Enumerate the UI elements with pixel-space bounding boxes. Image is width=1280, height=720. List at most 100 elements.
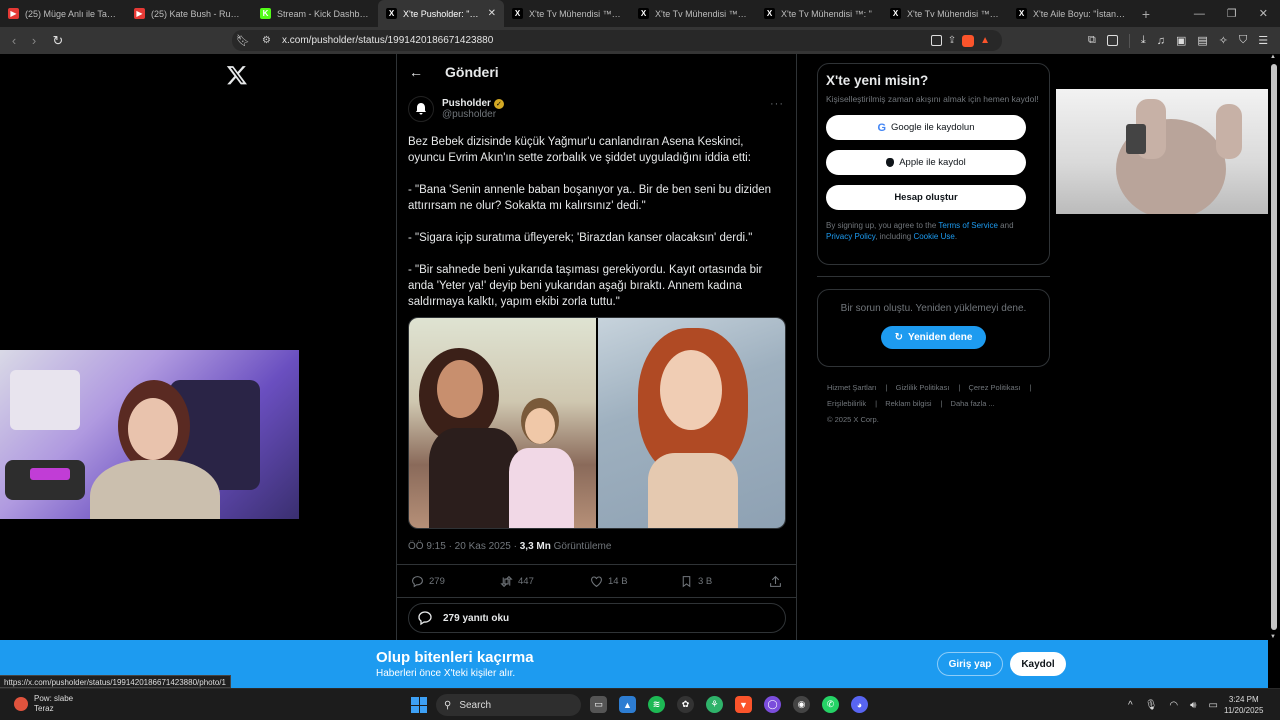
photos-app-icon[interactable]: ▲ (619, 696, 636, 713)
brave-browser-icon[interactable]: ▼ (735, 696, 752, 713)
discord-icon[interactable]: ◕ (851, 696, 868, 713)
tab-favicon-icon: X (1016, 8, 1027, 19)
terms-link[interactable]: Terms of Service (938, 221, 998, 230)
bookmark-button[interactable]: 3 B (680, 575, 712, 588)
media-photo-2[interactable] (598, 318, 785, 528)
share-button[interactable] (769, 575, 782, 588)
bookmark-icon[interactable]: 🔖︎ (236, 34, 250, 47)
back-arrow-icon[interactable]: ← (409, 64, 429, 80)
screenshot-icon[interactable] (1106, 35, 1118, 46)
create-account-button[interactable]: Hesap oluştur (826, 185, 1026, 210)
app-purple-icon[interactable]: ◯ (764, 696, 781, 713)
download-icon[interactable]: ⤓ (1141, 34, 1146, 47)
back-nav-icon[interactable]: ‹ (4, 33, 24, 48)
refresh-icon: ↻ (894, 332, 903, 343)
tab-title: (25) Kate Bush - Running (151, 8, 244, 19)
footer-link-accessibility[interactable]: Erişilebilirlik (827, 399, 866, 408)
address-bar[interactable]: 🔖︎ ⚙︎ x.com/pusholder/status/19914201866… (232, 30, 1002, 51)
browser-tab[interactable]: X X'te Aile Boyu: "İstanbul (1008, 0, 1134, 27)
cookie-link[interactable]: Cookie Use (913, 232, 954, 241)
post-author[interactable]: Pusholder ✓ @pusholder (408, 96, 504, 122)
menu-icon[interactable]: ☰ (1258, 34, 1268, 47)
vpn-icon[interactable]: ⛉ (1239, 34, 1247, 47)
battery-icon[interactable]: ▭ (1208, 700, 1217, 711)
cast-icon[interactable] (930, 35, 942, 46)
media-photo-1[interactable] (409, 318, 596, 528)
tray-chevron-icon[interactable]: ^ (1128, 700, 1133, 711)
browser-tab[interactable]: X X'te Tv Mühendisi ™: "Bez (504, 0, 630, 27)
like-count: 14 B (608, 576, 628, 587)
retry-button[interactable]: ↻ Yeniden dene (881, 326, 986, 349)
x-logo-icon[interactable] (226, 64, 248, 86)
start-button[interactable] (411, 697, 427, 713)
author-name[interactable]: Pusholder (442, 98, 491, 109)
footer-link-cookie[interactable]: Çerez Politikası (968, 383, 1020, 392)
tab-close-icon[interactable]: ✕ (488, 8, 496, 19)
restore-icon[interactable]: ❐ (1227, 7, 1237, 20)
like-button[interactable]: 14 B (590, 575, 628, 588)
obs-icon[interactable]: ◉ (793, 696, 810, 713)
site-info-icon[interactable]: ⚙︎ (262, 35, 271, 46)
more-options-icon[interactable]: ··· (770, 98, 784, 110)
browser-toolbar: ‹ › ↻ 🔖︎ ⚙︎ x.com/pusholder/status/19914… (0, 27, 1280, 54)
footer-link-more[interactable]: Daha fazla ... (951, 399, 995, 408)
close-window-icon[interactable]: ✕ (1259, 7, 1268, 20)
clock[interactable]: 3:24 PM 11/20/2025 (1224, 694, 1263, 716)
browser-tab[interactable]: ▶ (25) Kate Bush - Running (126, 0, 252, 27)
weather-widget[interactable]: Pow: slabe Teraz (14, 694, 73, 714)
forward-nav-icon[interactable]: › (24, 33, 44, 48)
footer-link-privacy[interactable]: Gizlilik Politikası (896, 383, 950, 392)
extensions-icon[interactable]: ⧉ (1088, 34, 1096, 47)
page-scrollbar[interactable]: ▲ ▼ (1268, 54, 1280, 640)
chatgpt-icon[interactable]: ✿ (677, 696, 694, 713)
share-icon[interactable]: ⇪ (948, 35, 956, 46)
browser-tab[interactable]: ▶ (25) Müge Anlı ile Tatlı Sert (0, 0, 126, 27)
footer-link-ads[interactable]: Reklam bilgisi (885, 399, 931, 408)
google-signup-button[interactable]: G Google ile kaydolun (826, 115, 1026, 140)
scrollbar-thumb[interactable] (1271, 64, 1277, 630)
footer-link-terms[interactable]: Hizmet Şartları (827, 383, 877, 392)
brave-rewards-icon[interactable]: ▲ (980, 35, 990, 46)
browser-tab[interactable]: X X'te Tv Mühendisi ™: " (756, 0, 882, 27)
apple-signup-button[interactable]: Apple ile kaydol (826, 150, 1026, 175)
privacy-link[interactable]: Privacy Policy (826, 232, 875, 241)
reload-icon[interactable]: ↻ (48, 33, 68, 49)
leo-ai-icon[interactable]: ✧ (1219, 34, 1228, 47)
guest-webcam (1056, 89, 1268, 214)
new-tab-button[interactable]: + (1134, 6, 1158, 22)
bookmark-count: 3 B (698, 576, 713, 587)
task-view-icon[interactable]: ▭ (590, 696, 607, 713)
repost-button[interactable]: 447 (500, 575, 534, 588)
browser-tab[interactable]: X X'te Tv Mühendisi ™: "Bez (630, 0, 756, 27)
whatsapp-icon[interactable]: ✆ (822, 696, 839, 713)
brave-shield-icon[interactable] (962, 34, 975, 47)
sidebar-icon[interactable]: ▣ (1176, 34, 1186, 47)
spotify-icon[interactable]: ≋ (648, 696, 665, 713)
signup-button[interactable]: Kaydol (1010, 652, 1066, 676)
taskbar-search[interactable]: ⚲ Search (436, 694, 581, 716)
wifi-icon[interactable]: ◠ (1169, 700, 1178, 711)
scroll-down-icon[interactable]: ▼ (1270, 634, 1276, 640)
volume-icon[interactable]: 🔊︎ (1190, 700, 1196, 711)
app-green-icon[interactable]: ⚘ (706, 696, 723, 713)
tab-title: X'te Tv Mühendisi ™: "Bez (907, 8, 1000, 19)
login-button[interactable]: Giriş yap (937, 652, 1003, 676)
microphone-icon[interactable]: 🎙︎ (1145, 700, 1158, 711)
browser-tab[interactable]: K Stream - Kick Dashboard (252, 0, 378, 27)
avatar[interactable] (408, 96, 434, 122)
reply-button[interactable]: 279 (411, 575, 445, 588)
post-time[interactable]: ÖÖ 9:15 · 20 Kas 2025 · (408, 541, 520, 552)
read-replies-button[interactable]: 279 yanıtı oku (408, 603, 786, 633)
tab-favicon-icon: X (386, 8, 397, 19)
browser-tab[interactable]: X X'te Tv Mühendisi ™: "Bez (882, 0, 1008, 27)
author-handle[interactable]: @pusholder (442, 109, 504, 120)
browser-tab[interactable]: X X'te Pusholder: "Bez Bebek ✕ (378, 0, 504, 27)
post-meta: ÖÖ 9:15 · 20 Kas 2025 · 3,3 Mn Görüntüle… (408, 541, 611, 552)
post-header: ← Gönderi (397, 54, 796, 90)
weather-title: Pow: slabe (34, 694, 74, 703)
media-icon[interactable]: ♫ (1157, 35, 1165, 47)
wallet-icon[interactable]: ▤ (1197, 34, 1207, 47)
signup-subtitle: Kişiselleştirilmiş zaman akışını almak i… (826, 94, 1039, 104)
scroll-up-icon[interactable]: ▲ (1270, 54, 1276, 60)
minimize-icon[interactable]: — (1194, 8, 1205, 20)
